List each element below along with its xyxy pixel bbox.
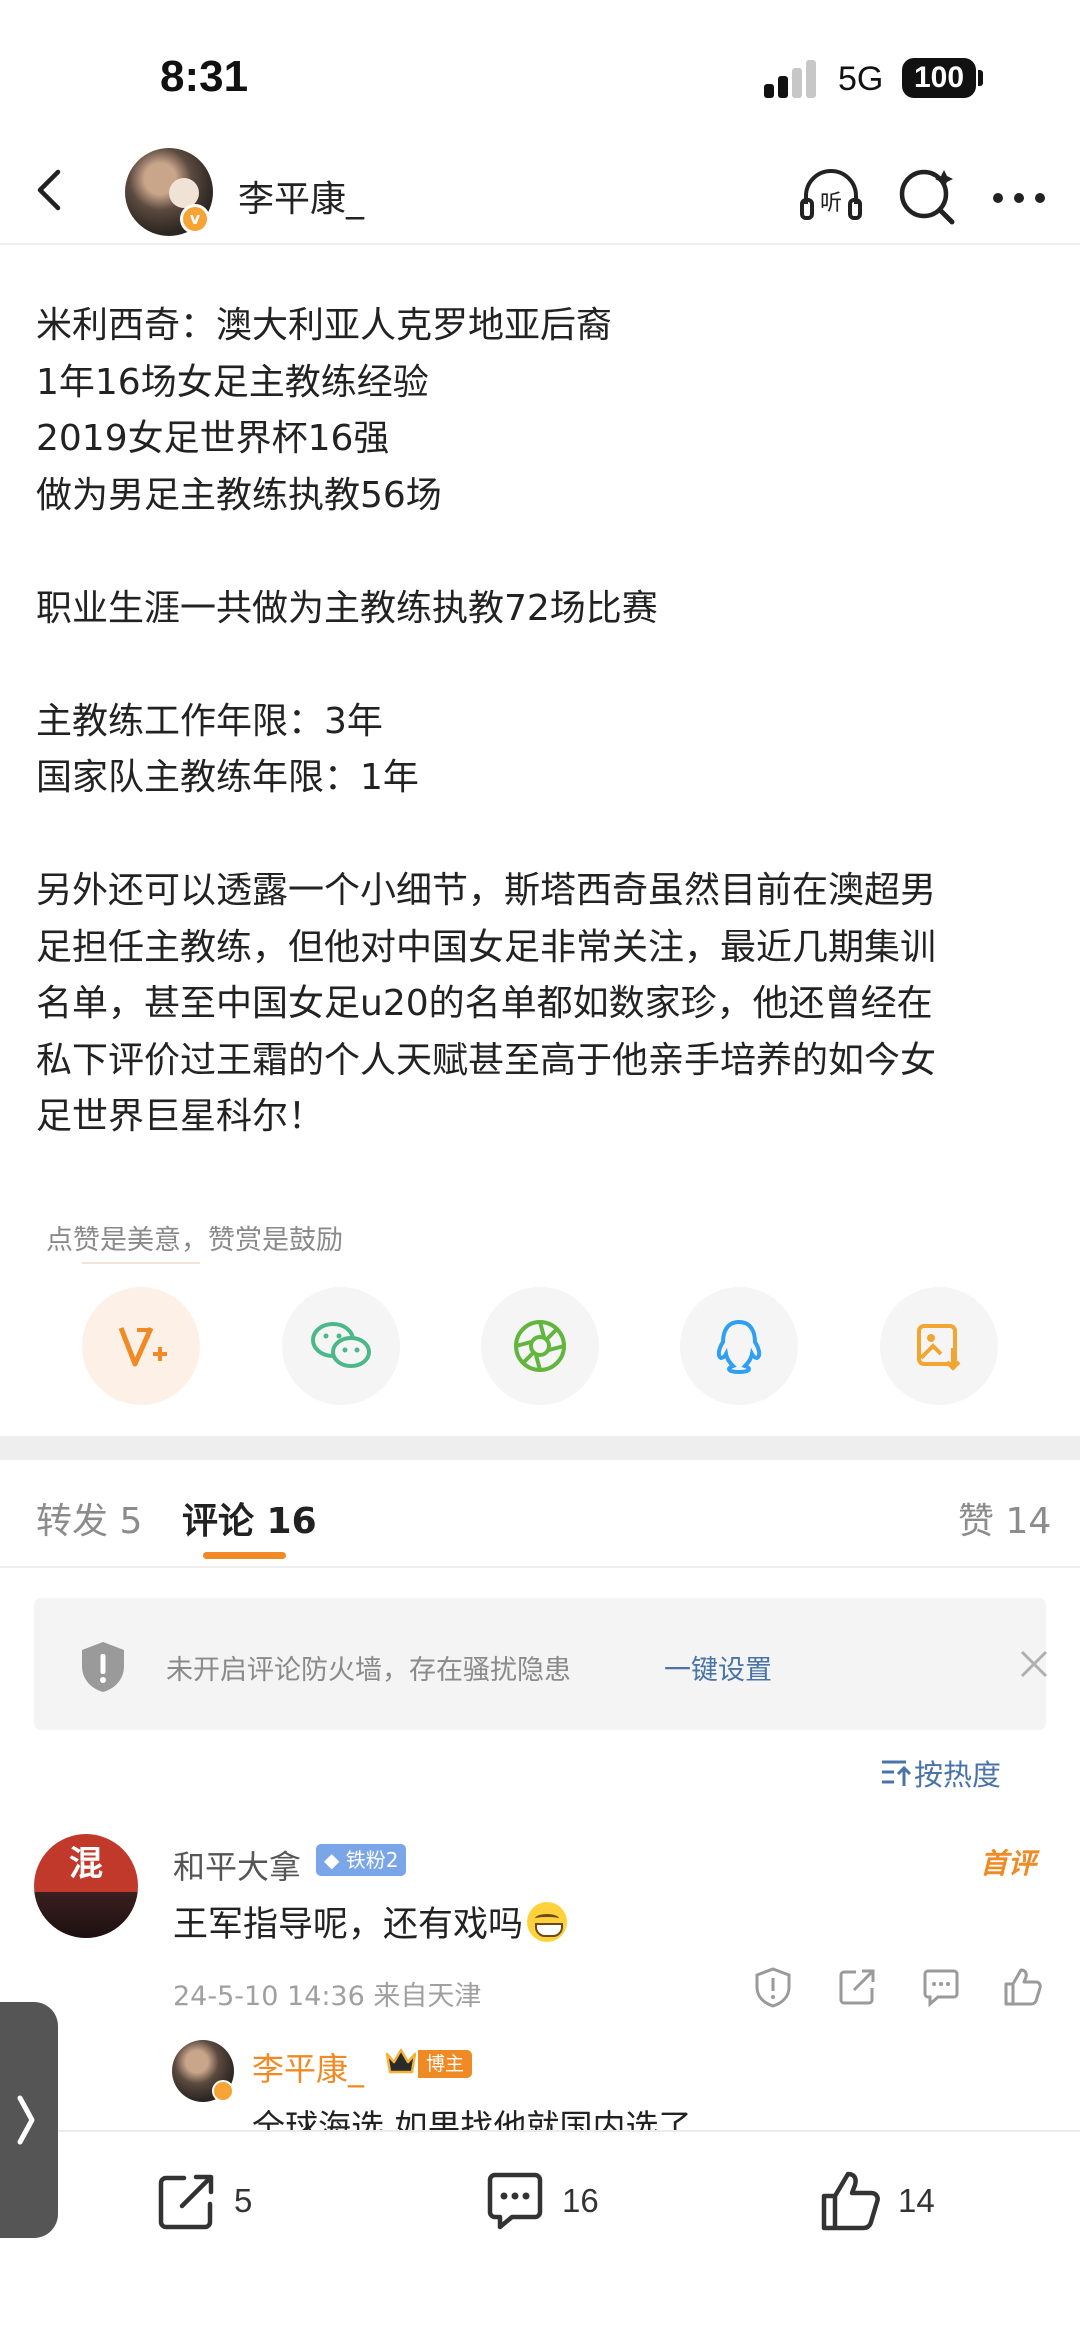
comment-repost-icon[interactable]	[836, 1966, 878, 2008]
tab-likes[interactable]: 赞 14	[958, 1492, 1051, 1544]
comment-text-content: 王军指导呢，还有戏吗	[173, 1905, 524, 1945]
reward-v-icon	[118, 1326, 167, 1367]
back-icon[interactable]	[22, 160, 82, 220]
notice-text: 未开启评论防火墙，存在骚扰隐患	[166, 1655, 571, 1686]
body-line: 2019女足世界杯16强	[36, 418, 390, 459]
status-time: 8:31	[160, 52, 249, 101]
verified-badge-icon: v	[180, 204, 210, 234]
comment-text: 王军指导呢，还有戏吗	[173, 1896, 568, 1947]
sort-by-hot-button[interactable]: 按热度	[882, 1752, 1002, 1792]
wechat-icon	[311, 1322, 371, 1368]
author-name[interactable]: 李平康_	[238, 170, 364, 222]
battery-tip	[978, 70, 983, 86]
commenter-avatar[interactable]: 混	[34, 1834, 138, 1938]
chevron-right-icon	[17, 2095, 35, 2145]
reply-verified-icon	[212, 2080, 234, 2102]
save-image-button[interactable]	[880, 1287, 998, 1405]
post-header: v 李平康_ 听	[0, 140, 1080, 245]
reply-text: 全球海选 如果找他就国内选了	[252, 2107, 692, 2134]
status-bar: 8:31 5G 100	[0, 0, 1080, 150]
reward-divider	[82, 1262, 200, 1264]
side-expand-tab[interactable]	[0, 2002, 58, 2238]
sort-label: 按热度	[914, 1758, 1002, 1792]
fan-badge: ◆ 铁粉2	[316, 1844, 407, 1876]
fan-badge-label: 铁粉2	[345, 1848, 399, 1872]
svg-text:听: 听	[820, 191, 842, 216]
share-row	[0, 1287, 1080, 1407]
body-line: 足担任主教练，但他对中国女足非常关注，最近几期集训	[36, 926, 937, 968]
repost-icon	[158, 2174, 214, 2230]
more-icon[interactable]	[984, 160, 1054, 230]
interaction-tabs: 转发 5 评论 16 赞 14	[0, 1460, 1080, 1568]
first-comment-badge: 首评	[980, 1847, 1037, 1880]
body-line: 做为男足主教练执教56场	[36, 474, 442, 516]
tab-repost[interactable]: 转发 5	[36, 1492, 142, 1544]
moments-icon	[514, 1320, 566, 1372]
grin-emoji-icon	[527, 1902, 568, 1942]
one-click-setup-link[interactable]: 一键设置	[664, 1648, 772, 1687]
author-badge: 博主	[418, 2050, 473, 2078]
like-count: 14	[898, 2182, 935, 2219]
comment-like-icon[interactable]	[1002, 1966, 1044, 2008]
share-moments-button[interactable]	[481, 1287, 599, 1405]
comment-firewall-notice: 未开启评论防火墙，存在骚扰隐患 一键设置	[34, 1598, 1048, 1730]
reward-button[interactable]	[82, 1287, 200, 1405]
reward-hint: 点赞是美意，赞赏是鼓励	[46, 1225, 343, 1256]
sort-icon	[882, 1760, 912, 1786]
post-body: 米利西奇：澳大利亚人克罗地亚后裔 1年16场女足主教练经验 2019女足世界杯1…	[36, 298, 1046, 1146]
network-type: 5G	[838, 60, 884, 98]
tab-comments[interactable]: 评论 16	[182, 1492, 317, 1544]
body-line	[36, 807, 1046, 864]
close-icon[interactable]	[1016, 1646, 1052, 1682]
reply-author-name[interactable]: 李平康_	[252, 2044, 364, 2090]
crown-icon	[385, 2048, 417, 2074]
signal-icon	[764, 58, 824, 98]
body-line: 名单，甚至中国女足u20的名单都如数家珍，他还曾经在	[36, 983, 933, 1024]
comment-reply-icon[interactable]	[920, 1966, 962, 2008]
body-line: 国家队主教练年限：1年	[36, 757, 419, 798]
listen-icon[interactable]: 听	[796, 160, 866, 230]
search-icon[interactable]	[892, 160, 962, 230]
battery-icon: 100	[902, 58, 976, 98]
share-qq-button[interactable]	[680, 1287, 798, 1405]
like-icon	[821, 2171, 880, 2231]
body-line	[36, 637, 1046, 694]
body-line: 米利西奇：澳大利亚人克罗地亚后裔	[36, 305, 613, 346]
body-line: 私下评价过王霜的个人天赋甚至高于他亲手培养的如今女	[36, 1039, 937, 1081]
commenter-avatar-text: 混	[69, 1844, 103, 1884]
active-tab-indicator	[203, 1552, 286, 1559]
qq-icon	[716, 1319, 762, 1375]
shield-icon	[82, 1642, 124, 1692]
comment-icon	[487, 2172, 543, 2230]
body-line: 另外还可以透露一个小细节，斯塔西奇虽然目前在澳超男	[36, 870, 937, 911]
section-divider	[0, 1436, 1080, 1460]
body-line: 职业生涯一共做为主教练执教72场比赛	[36, 587, 658, 629]
share-wechat-button[interactable]	[282, 1287, 400, 1405]
body-line: 足世界巨星科尔！	[36, 1096, 325, 1137]
body-line: 1年16场女足主教练经验	[36, 361, 429, 403]
commenter-name[interactable]: 和平大拿	[173, 1842, 301, 1888]
body-line: 主教练工作年限：3年	[36, 700, 383, 742]
comment-count: 16	[562, 2182, 599, 2219]
body-line	[36, 524, 1046, 581]
report-icon[interactable]	[752, 1966, 794, 2008]
repost-count: 5	[234, 2182, 253, 2219]
comment-meta: 24-5-10 14:36 来自天津	[173, 1981, 482, 2012]
bottom-action-bar: 5 16 14	[0, 2130, 1080, 2347]
save-image-icon	[917, 1324, 961, 1371]
